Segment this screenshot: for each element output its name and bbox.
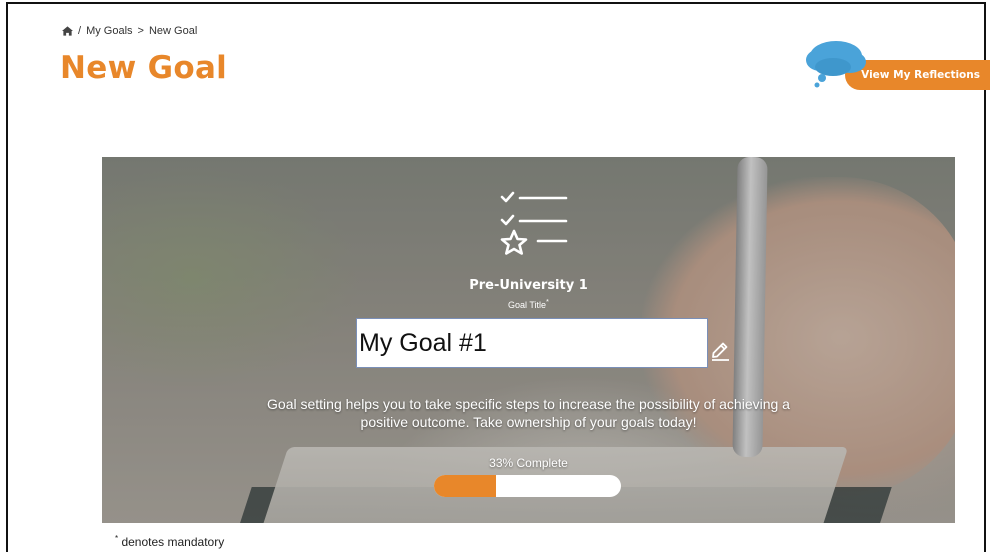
breadcrumb-current: New Goal bbox=[148, 25, 198, 37]
home-icon[interactable] bbox=[62, 26, 73, 36]
checklist-star-icon bbox=[500, 191, 568, 255]
breadcrumb-my-goals-link[interactable]: My Goals bbox=[86, 25, 132, 37]
pencil-icon[interactable] bbox=[709, 340, 731, 362]
page-title: New Goal bbox=[60, 50, 228, 86]
footnote-text: denotes mandatory bbox=[118, 535, 225, 549]
progress-bar-fill bbox=[434, 475, 496, 497]
breadcrumb: / My Goals > New Goal bbox=[62, 25, 197, 37]
goal-title-label-text: Goal Title bbox=[508, 300, 547, 310]
thought-cloud-icon bbox=[806, 41, 866, 88]
goal-hero-panel: Pre-University 1 Goal Title* Goal settin… bbox=[102, 157, 955, 523]
goal-title-label: Goal Title* bbox=[102, 297, 955, 310]
progress-bar bbox=[434, 475, 621, 497]
progress-label: 33% Complete bbox=[489, 456, 568, 470]
required-mark: * bbox=[546, 297, 549, 306]
breadcrumb-separator: > bbox=[137, 25, 144, 37]
breadcrumb-separator: / bbox=[78, 25, 82, 37]
course-name: Pre-University 1 bbox=[469, 278, 588, 293]
goal-description: Goal setting helps you to take specific … bbox=[267, 396, 790, 430]
goal-title-input[interactable] bbox=[356, 318, 708, 368]
view-reflections-widget[interactable]: View My Reflections bbox=[800, 38, 994, 94]
mandatory-footnote: * denotes mandatory bbox=[115, 534, 224, 549]
